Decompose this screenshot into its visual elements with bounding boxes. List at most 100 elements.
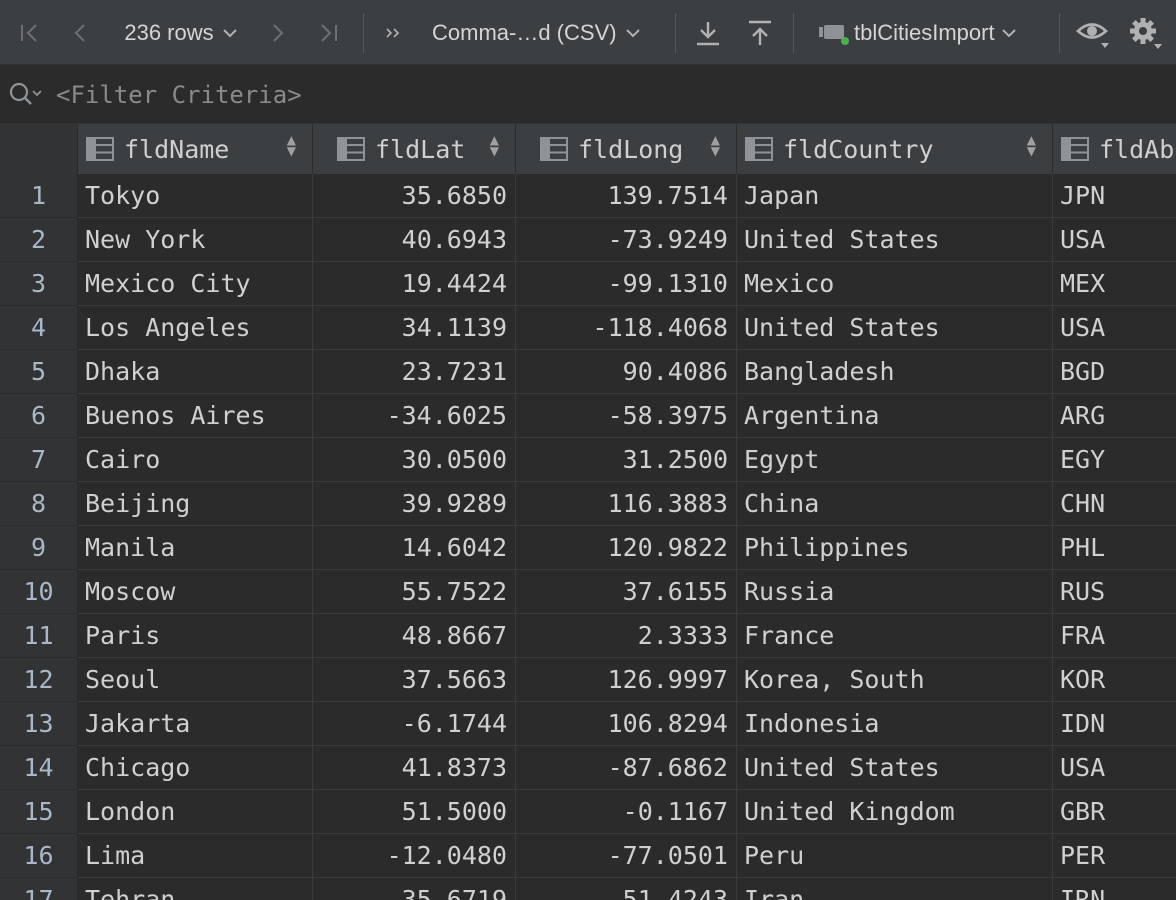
filter-history-button[interactable]: [8, 81, 46, 113]
cell-country[interactable]: Philippines: [737, 526, 1053, 570]
sort-toggle-icon[interactable]: ▲ ▼: [287, 134, 296, 157]
cell-lat[interactable]: 41.8373: [313, 746, 516, 790]
cell-abbreviation[interactable]: CHN: [1053, 482, 1176, 526]
cell-lat[interactable]: 23.7231: [313, 350, 516, 394]
cell-long[interactable]: 120.9822: [516, 526, 737, 570]
cell-abbreviation[interactable]: KOR: [1053, 658, 1176, 702]
cell-abbreviation[interactable]: IRN: [1053, 878, 1176, 900]
cell-lat[interactable]: 55.7522: [313, 570, 516, 614]
table-row[interactable]: 12 Seoul 37.5663 126.9997 Korea, South KOR: [0, 658, 1176, 702]
cell-long[interactable]: 51.4243: [516, 878, 737, 900]
previous-page-button[interactable]: [66, 0, 94, 65]
cell-name[interactable]: Moscow: [78, 570, 313, 614]
table-row[interactable]: 6 Buenos Aires -34.6025 -58.3975 Argentina AR…: [0, 394, 1176, 438]
settings-button[interactable]: [1124, 0, 1164, 65]
filter-criteria-input[interactable]: [56, 78, 1156, 112]
cell-long[interactable]: 116.3883: [516, 482, 737, 526]
cell-name[interactable]: Lima: [78, 834, 313, 878]
cell-name[interactable]: Buenos Aires: [78, 394, 313, 438]
table-row[interactable]: 10 Moscow 55.7522 37.6155 Russia RUS: [0, 570, 1176, 614]
cell-lat[interactable]: 48.8667: [313, 614, 516, 658]
table-selector-dropdown[interactable]: tblCitiesImport: [818, 0, 1040, 65]
cell-name[interactable]: Beijing: [78, 482, 313, 526]
table-row[interactable]: 1 Tokyo 35.6850 139.7514 Japan JPN: [0, 174, 1176, 218]
cell-long[interactable]: 31.2500: [516, 438, 737, 482]
cell-country[interactable]: Iran: [737, 878, 1053, 900]
cell-long[interactable]: 106.8294: [516, 702, 737, 746]
row-number-cell[interactable]: 1: [0, 174, 78, 218]
table-row[interactable]: 11 Paris 48.8667 2.3333 France FRA: [0, 614, 1176, 658]
cell-country[interactable]: United States: [737, 218, 1053, 262]
cell-country[interactable]: United States: [737, 746, 1053, 790]
row-number-cell[interactable]: 17: [0, 878, 78, 900]
row-number-cell[interactable]: 2: [0, 218, 78, 262]
cell-long[interactable]: -58.3975: [516, 394, 737, 438]
cell-country[interactable]: Peru: [737, 834, 1053, 878]
export-format-dropdown[interactable]: Comma-…d (CSV): [432, 0, 654, 65]
cell-country[interactable]: United Kingdom: [737, 790, 1053, 834]
more-actions-button[interactable]: [378, 0, 408, 65]
cell-name[interactable]: Chicago: [78, 746, 313, 790]
table-row[interactable]: 15 London 51.5000 -0.1167 United Kingdom GBR: [0, 790, 1176, 834]
row-number-cell[interactable]: 10: [0, 570, 78, 614]
cell-name[interactable]: New York: [78, 218, 313, 262]
cell-long[interactable]: 90.4086: [516, 350, 737, 394]
row-number-cell[interactable]: 12: [0, 658, 78, 702]
sort-toggle-icon[interactable]: ▲ ▼: [711, 134, 720, 157]
cell-country[interactable]: United States: [737, 306, 1053, 350]
cell-long[interactable]: 2.3333: [516, 614, 737, 658]
cell-long[interactable]: 139.7514: [516, 174, 737, 218]
cell-abbreviation[interactable]: BGD: [1053, 350, 1176, 394]
cell-abbreviation[interactable]: MEX: [1053, 262, 1176, 306]
table-row[interactable]: 9 Manila 14.6042 120.9822 Philippines PHL: [0, 526, 1176, 570]
row-number-cell[interactable]: 9: [0, 526, 78, 570]
column-header-lat[interactable]: fldLat ▲ ▼: [313, 124, 516, 174]
cell-name[interactable]: Dhaka: [78, 350, 313, 394]
next-page-button[interactable]: [264, 0, 292, 65]
column-header-country[interactable]: fldCountry ▲ ▼: [737, 124, 1053, 174]
table-row[interactable]: 16 Lima -12.0480 -77.0501 Peru PER: [0, 834, 1176, 878]
first-page-button[interactable]: [14, 0, 46, 65]
cell-lat[interactable]: 39.9289: [313, 482, 516, 526]
row-number-cell[interactable]: 5: [0, 350, 78, 394]
row-number-cell[interactable]: 8: [0, 482, 78, 526]
cell-lat[interactable]: -12.0480: [313, 834, 516, 878]
cell-abbreviation[interactable]: JPN: [1053, 174, 1176, 218]
cell-lat[interactable]: 19.4424: [313, 262, 516, 306]
table-row[interactable]: 4 Los Angeles 34.1139 -118.4068 United State…: [0, 306, 1176, 350]
cell-long[interactable]: -99.1310: [516, 262, 737, 306]
row-number-cell[interactable]: 7: [0, 438, 78, 482]
cell-lat[interactable]: -6.1744: [313, 702, 516, 746]
row-number-cell[interactable]: 4: [0, 306, 78, 350]
row-number-cell[interactable]: 13: [0, 702, 78, 746]
cell-lat[interactable]: 34.1139: [313, 306, 516, 350]
cell-long[interactable]: -77.0501: [516, 834, 737, 878]
table-row[interactable]: 13 Jakarta -6.1744 106.8294 Indonesia IDN: [0, 702, 1176, 746]
cell-country[interactable]: Egypt: [737, 438, 1053, 482]
cell-name[interactable]: Manila: [78, 526, 313, 570]
column-header-long[interactable]: fldLong ▲ ▼: [516, 124, 737, 174]
cell-country[interactable]: Japan: [737, 174, 1053, 218]
cell-long[interactable]: -0.1167: [516, 790, 737, 834]
cell-abbreviation[interactable]: GBR: [1053, 790, 1176, 834]
table-row[interactable]: 2 New York 40.6943 -73.9249 United States USA: [0, 218, 1176, 262]
cell-name[interactable]: Tehran: [78, 878, 313, 900]
cell-country[interactable]: Indonesia: [737, 702, 1053, 746]
row-number-cell[interactable]: 6: [0, 394, 78, 438]
cell-abbreviation[interactable]: USA: [1053, 218, 1176, 262]
cell-country[interactable]: Argentina: [737, 394, 1053, 438]
table-row[interactable]: 5 Dhaka 23.7231 90.4086 Bangladesh BGD: [0, 350, 1176, 394]
cell-lat[interactable]: -34.6025: [313, 394, 516, 438]
table-row[interactable]: 14 Chicago 41.8373 -87.6862 United States USA: [0, 746, 1176, 790]
cell-lat[interactable]: 40.6943: [313, 218, 516, 262]
sort-toggle-icon[interactable]: ▲ ▼: [490, 134, 499, 157]
cell-country[interactable]: France: [737, 614, 1053, 658]
cell-country[interactable]: Korea, South: [737, 658, 1053, 702]
table-row[interactable]: 3 Mexico City 19.4424 -99.1310 Mexico MEX: [0, 262, 1176, 306]
cell-country[interactable]: Russia: [737, 570, 1053, 614]
table-row[interactable]: 7 Cairo 30.0500 31.2500 Egypt EGY: [0, 438, 1176, 482]
row-number-cell[interactable]: 14: [0, 746, 78, 790]
cell-abbreviation[interactable]: FRA: [1053, 614, 1176, 658]
row-number-cell[interactable]: 3: [0, 262, 78, 306]
column-header-abbreviation[interactable]: fldAb: [1053, 124, 1176, 174]
